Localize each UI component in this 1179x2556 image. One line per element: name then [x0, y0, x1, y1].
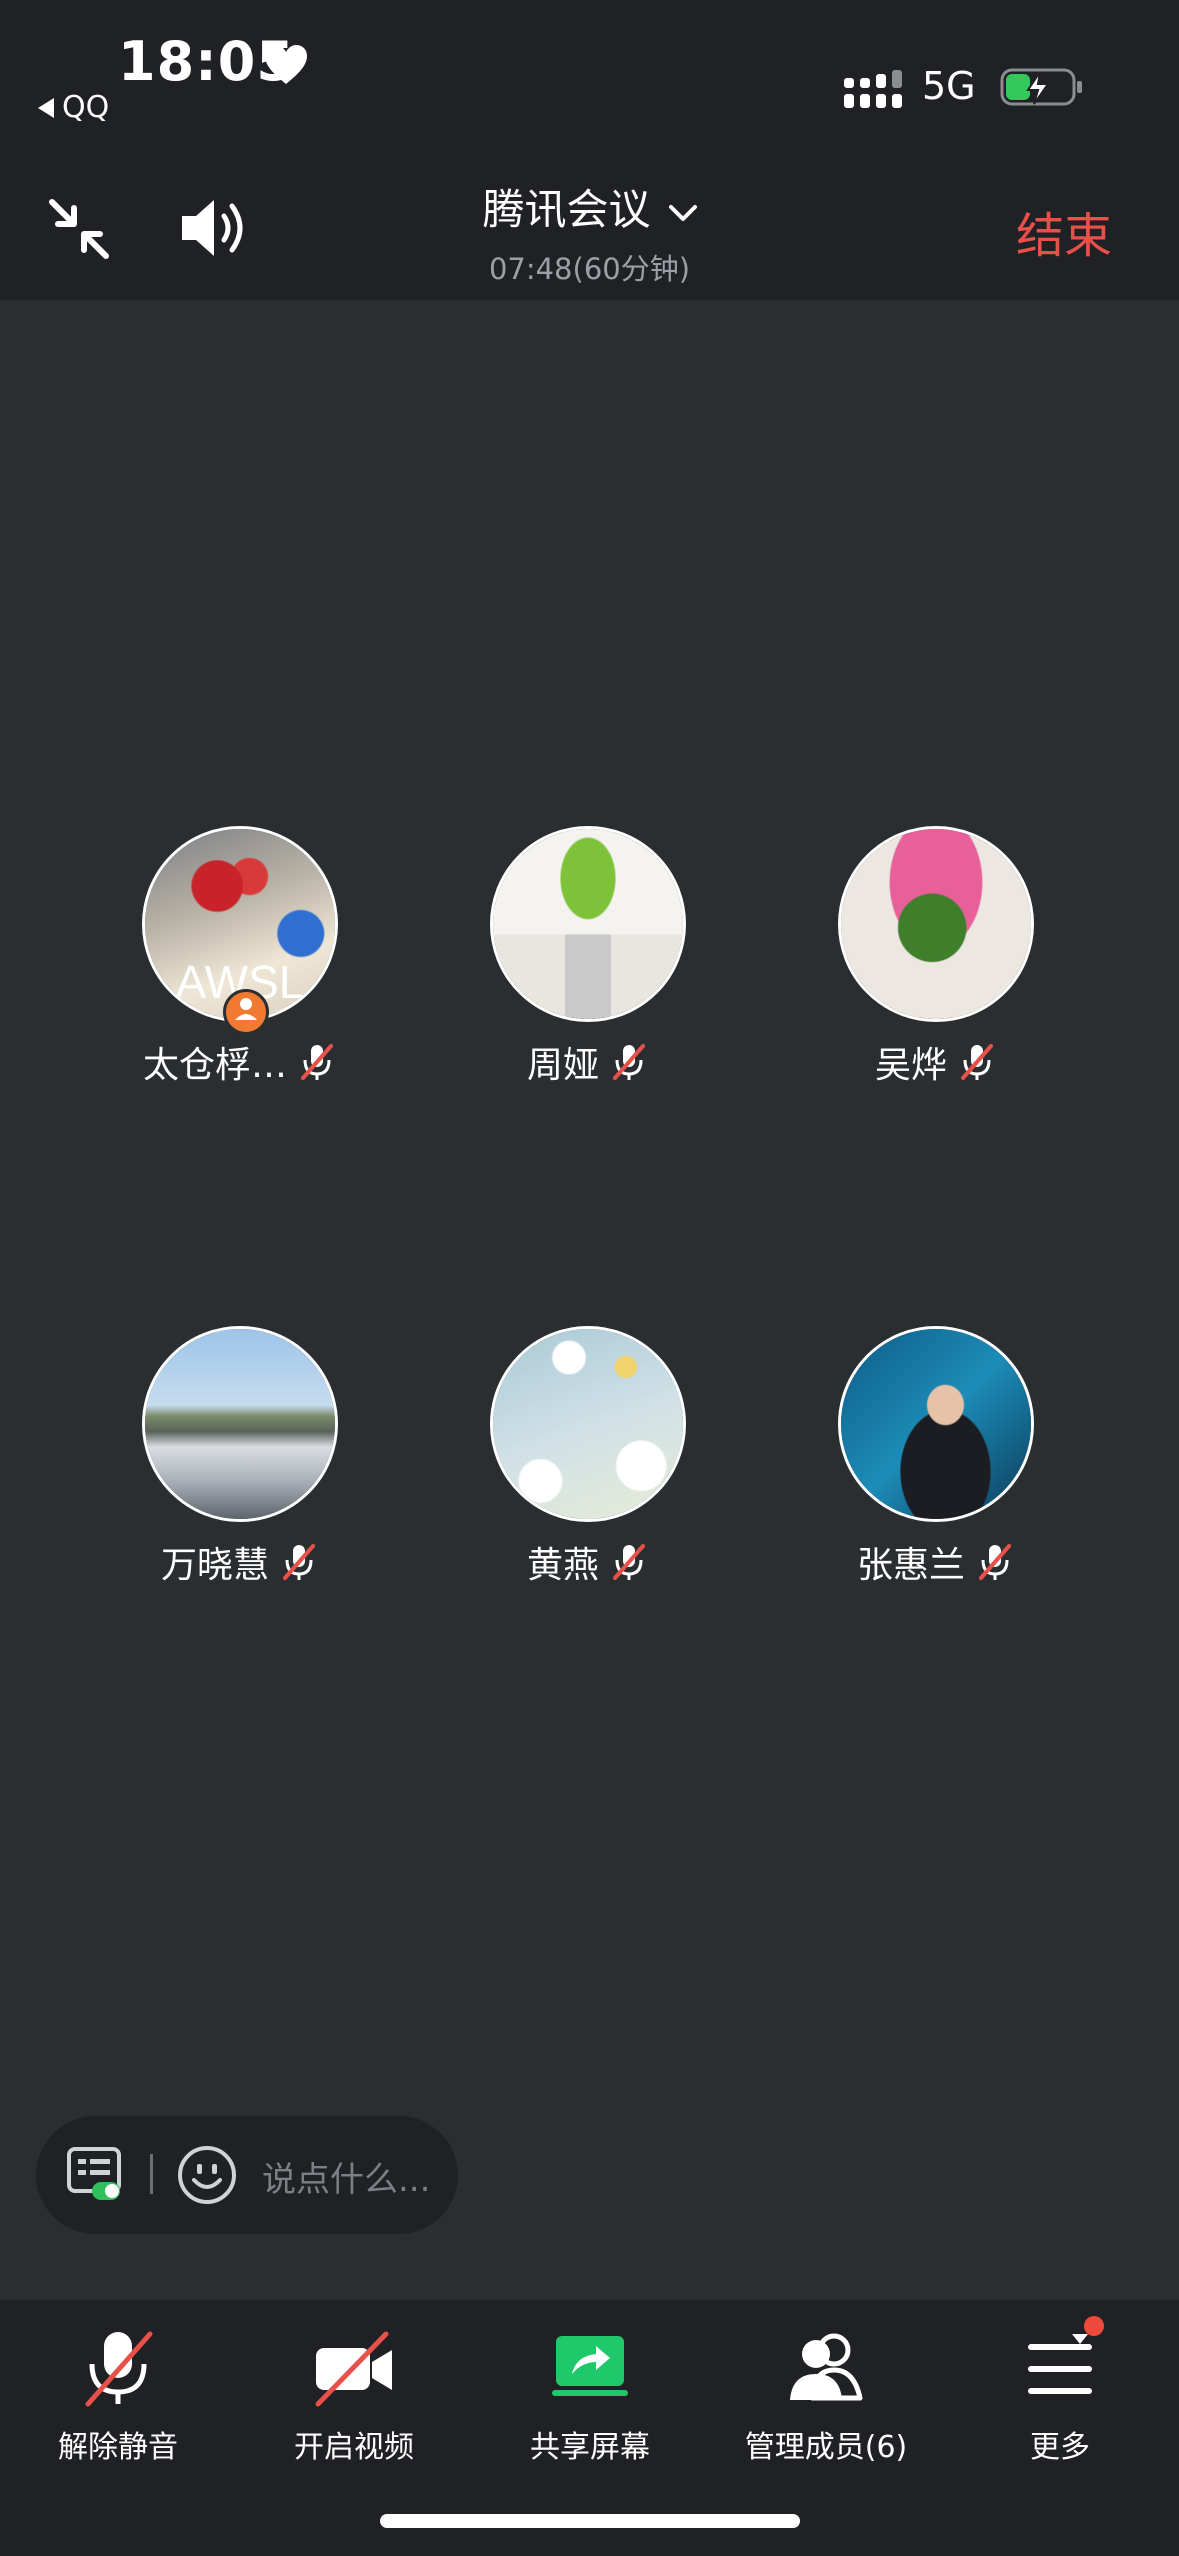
meeting-timer: 07:48(60分钟) [488, 252, 691, 286]
battery-charging-icon [1000, 68, 1082, 106]
participant-tile[interactable]: 黄燕 [448, 1326, 728, 1588]
avatar [490, 1326, 686, 1522]
participant-name-row: 周娅 [448, 1036, 728, 1088]
top-bar: 18:05 QQ 5G 腾讯会议 07:48(60分钟) 结束 [0, 0, 1179, 300]
participant-name: 张惠兰 [856, 1545, 965, 1586]
participant-name-row: 吴烨 [796, 1036, 1076, 1088]
participant-name-row: 张惠兰 [796, 1536, 1076, 1588]
more-button[interactable]: 更多 [950, 2316, 1170, 2466]
mic-muted-icon [283, 1544, 315, 1580]
participant-name: 吴烨 [874, 1045, 947, 1086]
chevron-down-icon [668, 204, 697, 221]
participant-name: 黄燕 [526, 1545, 599, 1586]
mic-muted-icon [961, 1044, 993, 1080]
menu-icon [1028, 2334, 1092, 2394]
meeting-title[interactable]: 腾讯会议 [0, 176, 1179, 237]
chat-input-bar[interactable]: 说点什么... [36, 2116, 458, 2234]
mic-muted-icon [613, 1544, 645, 1580]
video-off-icon [315, 2331, 392, 2407]
share-screen-icon [552, 2336, 628, 2396]
participant-name: 万晓慧 [160, 1545, 269, 1586]
meeting-title-label: 腾讯会议 [482, 185, 651, 234]
unmute-button[interactable]: 解除静音 [8, 2328, 228, 2466]
chat-list-icon[interactable] [66, 2146, 126, 2204]
back-app-label: QQ [62, 90, 110, 125]
mic-muted-icon [301, 1044, 333, 1080]
participant-name: 太仓桴… [142, 1045, 287, 1086]
mic-muted-icon [613, 1044, 645, 1080]
participant-name-row: 太仓桴… [100, 1036, 380, 1088]
mic-muted-icon [979, 1544, 1011, 1580]
avatar [838, 1326, 1034, 1522]
participant-tile[interactable]: 吴烨 [796, 826, 1076, 1088]
more-label: 更多 [1030, 2430, 1090, 2465]
divider [150, 2154, 153, 2194]
participant-name: 周娅 [526, 1045, 599, 1086]
back-triangle-icon [38, 97, 54, 118]
share-screen-label: 共享屏幕 [530, 2430, 650, 2465]
manage-members-label: 管理成员(6) [744, 2430, 908, 2465]
unmute-label: 解除静音 [58, 2430, 178, 2465]
participant-tile[interactable]: 张惠兰 [796, 1326, 1076, 1588]
participant-name-row: 万晓慧 [100, 1536, 380, 1588]
back-to-app-button[interactable]: QQ [38, 90, 109, 125]
members-icon [790, 2333, 863, 2401]
chat-placeholder[interactable]: 说点什么... [262, 2152, 430, 2201]
participant-tile[interactable]: 周娅 [448, 826, 728, 1088]
emoji-icon[interactable] [176, 2144, 238, 2206]
share-screen-button[interactable]: 共享屏幕 [480, 2328, 700, 2466]
avatar [838, 826, 1034, 1022]
end-meeting-button[interactable]: 结束 [1016, 196, 1112, 266]
heart-icon [265, 45, 307, 84]
participant-tile[interactable]: 万晓慧 [100, 1326, 380, 1588]
notification-dot [1084, 2316, 1104, 2336]
start-video-label: 开启视频 [294, 2430, 414, 2465]
avatar [490, 826, 686, 1022]
manage-members-button[interactable]: 管理成员(6) [716, 2328, 936, 2466]
home-indicator[interactable] [380, 2514, 800, 2528]
host-badge-icon [223, 989, 269, 1035]
network-type: 5G [922, 64, 976, 108]
participant-name-row: 黄燕 [448, 1536, 728, 1588]
start-video-button[interactable]: 开启视频 [244, 2328, 464, 2466]
avatar: AWSL [142, 826, 338, 1035]
mic-muted-icon [85, 2331, 153, 2407]
avatar [142, 1326, 338, 1522]
signal-bars-icon [844, 70, 902, 108]
participant-tile[interactable]: AWSL 太仓桴… [100, 826, 380, 1088]
